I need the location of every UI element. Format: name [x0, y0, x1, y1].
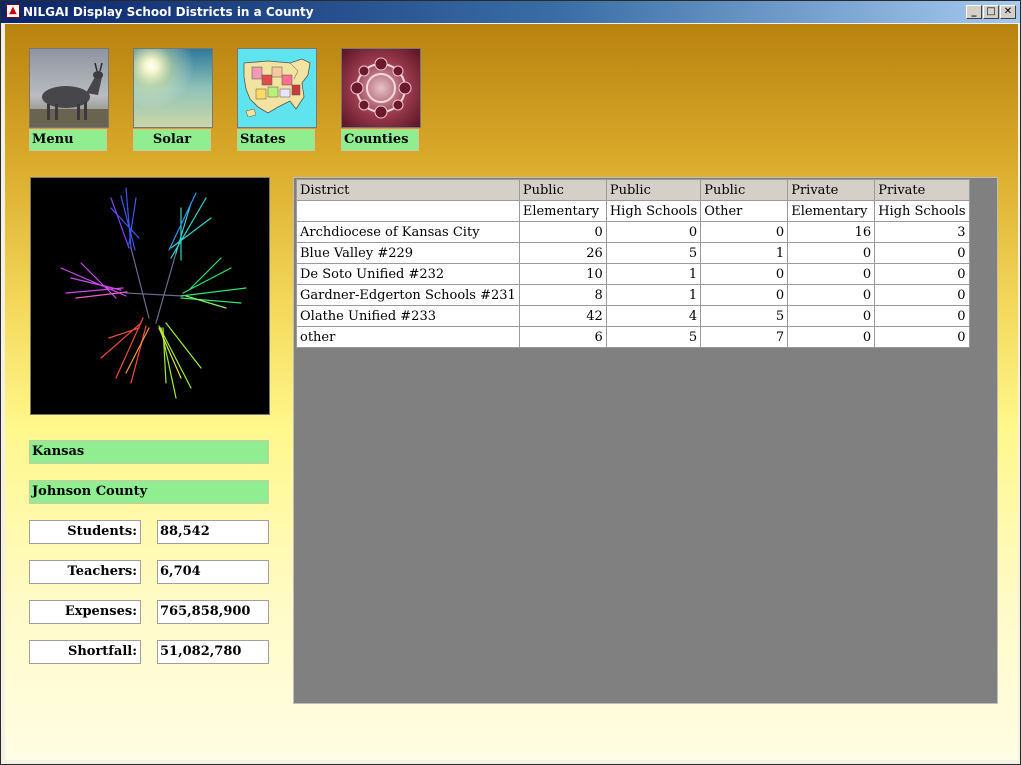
teachers-value: 6,704: [157, 560, 269, 584]
fractal-image: [30, 177, 270, 415]
students-value: 88,542: [157, 520, 269, 544]
districts-table[interactable]: District Public Public Public Private Pr…: [296, 179, 970, 348]
value-cell: 7: [700, 326, 789, 348]
close-icon[interactable]: ✕: [1000, 5, 1016, 19]
maximize-icon[interactable]: □: [983, 5, 999, 19]
value-cell: 0: [874, 242, 970, 264]
value-cell: 0: [700, 284, 789, 306]
county-name-field: Johnson County: [29, 480, 269, 504]
menu-button[interactable]: Menu: [29, 48, 109, 153]
students-label: Students:: [29, 520, 141, 544]
solar-button[interactable]: Solar: [133, 48, 213, 153]
header-private-elementary[interactable]: Private: [787, 179, 876, 201]
header-district[interactable]: District: [296, 179, 520, 201]
header-public-other[interactable]: Public: [700, 179, 789, 201]
menu-label: Menu: [29, 129, 107, 151]
app-window: ▲ NILGAI Display School Districts in a C…: [0, 0, 1021, 765]
states-label: States: [237, 129, 315, 151]
teachers-label: Teachers:: [29, 560, 141, 584]
header-public-high-schools[interactable]: Public: [605, 179, 702, 201]
district-cell: other: [296, 326, 520, 348]
subheader-cell: Other: [700, 200, 789, 222]
value-cell: 1: [605, 284, 702, 306]
states-button[interactable]: States: [237, 48, 317, 153]
header-private-high-schools[interactable]: Private: [874, 179, 970, 201]
value-cell: 0: [700, 221, 789, 243]
district-cell: De Soto Unified #232: [296, 263, 520, 285]
value-cell: 0: [700, 263, 789, 285]
value-cell: 0: [874, 284, 970, 306]
kaleidoscope-image: [341, 48, 421, 128]
sun-image: [133, 48, 213, 128]
nilgai-antelope-image: [29, 48, 109, 128]
title-bar[interactable]: ▲ NILGAI Display School Districts in a C…: [1, 1, 1020, 23]
app-icon[interactable]: ▲: [6, 4, 20, 18]
table-row[interactable]: Gardner-Edgerton Schools #231 8 1 0 0 0: [296, 284, 970, 306]
table-row[interactable]: Archdiocese of Kansas City 0 0 0 16 3: [296, 221, 970, 243]
state-name-field: Kansas: [29, 440, 269, 464]
window-title: NILGAI Display School Districts in a Cou…: [23, 5, 314, 19]
subheader-cell: Elementary: [518, 200, 607, 222]
subheader-cell: Elementary: [787, 200, 876, 222]
value-cell: 0: [787, 326, 876, 348]
table-row[interactable]: De Soto Unified #232 10 1 0 0 0: [296, 263, 970, 285]
value-cell: 4: [605, 305, 702, 327]
solar-label: Solar: [133, 129, 211, 151]
table-subheader-row: Elementary High Schools Other Elementary…: [296, 200, 970, 222]
subheader-cell: High Schools: [605, 200, 702, 222]
value-cell: 42: [518, 305, 607, 327]
value-cell: 0: [605, 221, 702, 243]
district-cell: Gardner-Edgerton Schools #231: [296, 284, 520, 306]
district-cell: Archdiocese of Kansas City: [296, 221, 520, 243]
counties-label: Counties: [341, 129, 419, 151]
table-row[interactable]: Olathe Unified #233 42 4 5 0 0: [296, 305, 970, 327]
value-cell: 6: [518, 326, 607, 348]
subheader-cell: [296, 200, 520, 222]
expenses-value: 765,858,900: [157, 600, 269, 624]
minimize-icon[interactable]: _: [966, 5, 982, 19]
value-cell: 3: [874, 221, 970, 243]
value-cell: 26: [518, 242, 607, 264]
value-cell: 0: [874, 263, 970, 285]
value-cell: 10: [518, 263, 607, 285]
shortfall-label: Shortfall:: [29, 640, 141, 664]
value-cell: 16: [787, 221, 876, 243]
districts-grid-panel[interactable]: District Public Public Public Private Pr…: [293, 177, 998, 704]
expenses-label: Expenses:: [29, 600, 141, 624]
value-cell: 0: [787, 284, 876, 306]
value-cell: 0: [787, 263, 876, 285]
value-cell: 0: [787, 242, 876, 264]
value-cell: 1: [700, 242, 789, 264]
value-cell: 0: [787, 305, 876, 327]
value-cell: 5: [605, 242, 702, 264]
value-cell: 0: [518, 221, 607, 243]
subheader-cell: High Schools: [874, 200, 970, 222]
shortfall-value: 51,082,780: [157, 640, 269, 664]
value-cell: 0: [874, 326, 970, 348]
value-cell: 5: [700, 305, 789, 327]
value-cell: 8: [518, 284, 607, 306]
counties-button[interactable]: Counties: [341, 48, 421, 153]
us-map-image: [237, 48, 317, 128]
value-cell: 5: [605, 326, 702, 348]
table-row[interactable]: Blue Valley #229 26 5 1 0 0: [296, 242, 970, 264]
header-public-elementary[interactable]: Public: [518, 179, 607, 201]
client-area: Menu Solar States Counties Kansas Johnso…: [5, 24, 1018, 760]
district-cell: Olathe Unified #233: [296, 305, 520, 327]
value-cell: 1: [605, 263, 702, 285]
table-row[interactable]: other 6 5 7 0 0: [296, 326, 970, 348]
district-cell: Blue Valley #229: [296, 242, 520, 264]
value-cell: 0: [874, 305, 970, 327]
table-header-row: District Public Public Public Private Pr…: [296, 179, 970, 201]
